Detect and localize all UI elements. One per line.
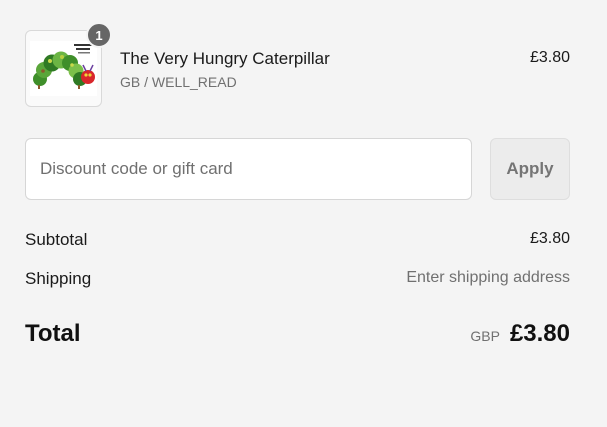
book-cover-image — [30, 41, 97, 96]
total-amount-group: GBP £3.80 — [470, 320, 570, 348]
subtotal-row: Subtotal £3.80 — [25, 230, 570, 254]
shipping-label: Shipping — [25, 269, 92, 288]
total-row: Total GBP £3.80 — [25, 320, 570, 352]
quantity-badge: 1 — [86, 22, 112, 48]
apply-discount-button[interactable]: Apply — [490, 138, 570, 200]
caterpillar-illustration-icon — [30, 41, 97, 96]
subtotal-label: Subtotal — [25, 230, 88, 249]
product-title: The Very Hungry Caterpillar — [120, 49, 330, 68]
total-amount: £3.80 — [509, 320, 570, 347]
shipping-value: Enter shipping address — [406, 269, 570, 286]
subtotal-value: £3.80 — [529, 230, 570, 247]
product-thumbnail: 1 — [25, 22, 112, 107]
line-item: 1 The Very Hungry Caterpillar GB / WELL_… — [25, 22, 570, 110]
total-label: Total — [25, 320, 81, 347]
product-price: £3.80 — [529, 49, 570, 66]
product-variant: GB / WELL_READ — [120, 74, 237, 90]
discount-form: Apply — [25, 138, 570, 200]
shipping-row: Shipping Enter shipping address — [25, 269, 570, 293]
currency-code: GBP — [470, 328, 500, 344]
discount-code-input[interactable] — [25, 138, 472, 200]
